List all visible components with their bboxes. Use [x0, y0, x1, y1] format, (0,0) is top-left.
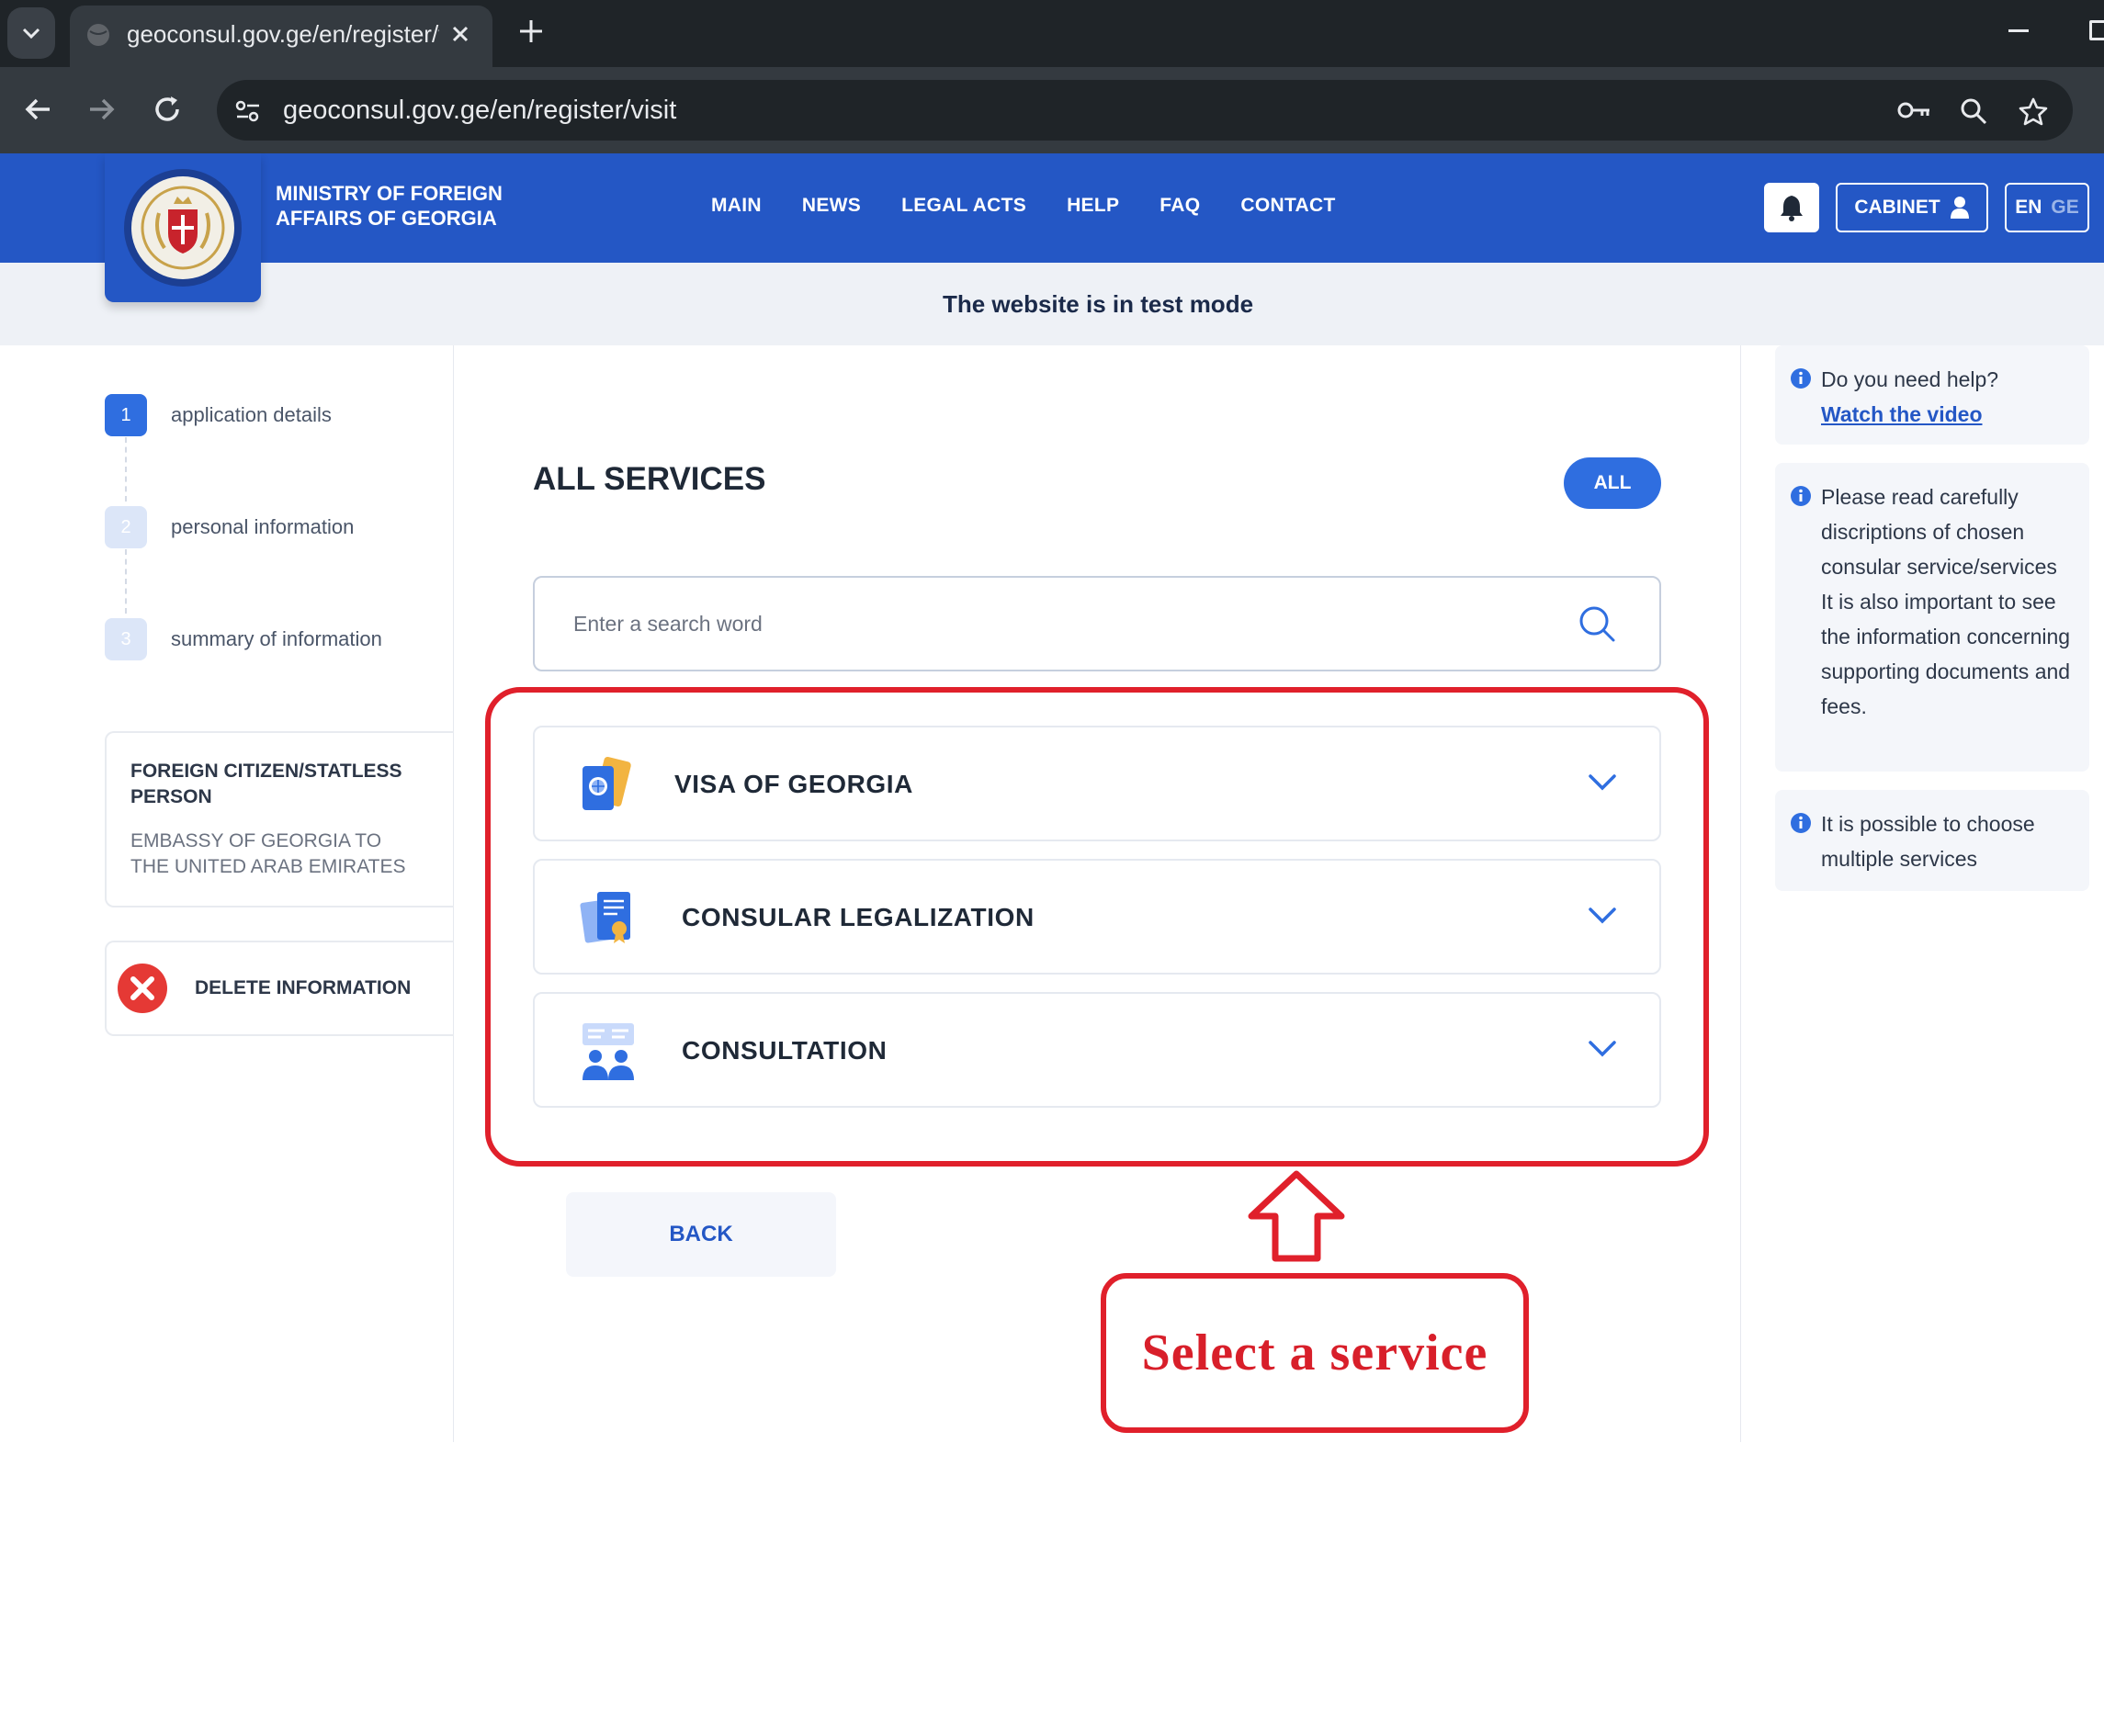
service-label: CONSULAR LEGALIZATION [682, 903, 1035, 931]
info-icon [1791, 486, 1811, 506]
info-icon [1791, 368, 1811, 389]
annotation-up-arrow-icon [1248, 1170, 1345, 1262]
test-mode-text: The website is in test mode [942, 290, 1254, 318]
lang-en[interactable]: EN [2015, 197, 2042, 219]
ministry-logo[interactable] [105, 153, 261, 302]
password-key-icon[interactable] [1896, 96, 1933, 124]
back-arrow-icon[interactable] [20, 91, 57, 128]
delete-x-circle-icon [118, 964, 167, 1013]
watch-video-link[interactable]: Watch the video [1821, 402, 1983, 426]
step-number: 3 [105, 618, 147, 660]
delete-label: DELETE INFORMATION [195, 977, 412, 998]
help-multiple-card: It is possible to choose multiple servic… [1775, 790, 2089, 891]
annotation-text: Select a service [1141, 1325, 1488, 1381]
step-number: 2 [105, 506, 147, 548]
step-number: 1 [105, 394, 147, 436]
ministry-name-line1: MINISTRY OF FOREIGN [276, 182, 503, 205]
annotation-callout: Select a service [1101, 1273, 1529, 1433]
bookmark-star-icon[interactable] [2018, 96, 2049, 126]
step-summary-of-information[interactable]: 3 summary of information [105, 618, 382, 660]
address-bar[interactable]: geoconsul.gov.ge/en/register/visit [217, 80, 2073, 141]
nav-contact[interactable]: CONTACT [1240, 195, 1335, 217]
legalization-document-icon [580, 892, 630, 943]
service-label: VISA OF GEORGIA [674, 770, 913, 798]
services-title: ALL SERVICES [533, 461, 766, 497]
browser-tab-bar: geoconsul.gov.ge/en/register/visit [0, 0, 2104, 67]
tab-title: geoconsul.gov.ge/en/register/visit [127, 20, 439, 48]
step-label: summary of information [171, 627, 382, 650]
embassy-name: EMBASSY OF GEORGIA TO THE UNITED ARAB EM… [130, 830, 406, 877]
nav-news[interactable]: NEWS [802, 195, 861, 217]
cabinet-label: CABINET [1854, 197, 1940, 218]
step-label: personal information [171, 515, 355, 538]
ministry-name-line2: AFFAIRS OF GEORGIA [276, 207, 497, 230]
help-video-card: Do you need help? Watch the video [1775, 345, 2089, 445]
service-consular-legalization[interactable]: CONSULAR LEGALIZATION [533, 859, 1661, 975]
consultation-people-icon [583, 1023, 634, 1080]
url-text: geoconsul.gov.ge/en/register/visit [283, 96, 677, 125]
step-label: application details [171, 403, 332, 426]
close-tab-icon[interactable] [448, 22, 472, 46]
main-nav: MAIN NEWS LEGAL ACTS HELP FAQ CONTACT [711, 195, 1376, 217]
chevron-down-icon[interactable] [1588, 773, 1617, 792]
right-divider [1740, 345, 1741, 1442]
coat-of-arms-icon [124, 169, 242, 287]
service-visa-of-georgia[interactable]: VISA OF GEORGIA [533, 726, 1661, 841]
globe-favicon-icon [87, 24, 109, 46]
passport-icon [583, 756, 631, 810]
nav-help[interactable]: HELP [1067, 195, 1119, 217]
lang-ge[interactable]: GE [2051, 197, 2078, 219]
service-consultation[interactable]: CONSULTATION [533, 992, 1661, 1108]
user-icon [1950, 197, 1969, 219]
nav-legal-acts[interactable]: LEGAL ACTS [901, 195, 1026, 217]
forward-arrow-icon[interactable] [83, 91, 119, 128]
maximize-window-icon[interactable] [2089, 20, 2104, 40]
all-filter-button[interactable]: ALL [1564, 457, 1661, 509]
notifications-button[interactable] [1764, 183, 1819, 232]
site-settings-icon[interactable] [233, 98, 263, 124]
back-button[interactable]: BACK [566, 1192, 836, 1277]
ministry-name[interactable]: MINISTRY OF FOREIGN AFFAIRS OF GEORGIA [276, 181, 542, 231]
nav-main[interactable]: MAIN [711, 195, 762, 217]
search-input[interactable] [571, 605, 1545, 642]
search-icon[interactable] [1577, 603, 1617, 644]
browser-tab[interactable]: geoconsul.gov.ge/en/register/visit [70, 6, 492, 67]
new-tab-icon[interactable] [515, 15, 548, 48]
step-personal-information[interactable]: 2 personal information [105, 506, 354, 548]
service-search [533, 576, 1661, 671]
delete-information-button[interactable]: DELETE INFORMATION [105, 941, 454, 1036]
bell-icon [1781, 196, 1803, 221]
help-question: Do you need help? [1821, 367, 1999, 391]
cabinet-button[interactable]: CABINET [1836, 183, 1988, 232]
help-note-card: Please read carefully discriptions of ch… [1775, 463, 2089, 772]
browser-toolbar: geoconsul.gov.ge/en/register/visit [0, 67, 2104, 153]
tab-list-button[interactable] [7, 7, 55, 59]
help-multiple-text: It is possible to choose multiple servic… [1821, 812, 2035, 871]
language-switcher[interactable]: EN GE [2005, 183, 2089, 232]
service-label: CONSULTATION [682, 1036, 888, 1065]
step-connector [125, 549, 127, 614]
reload-icon[interactable] [149, 91, 186, 128]
info-icon [1791, 813, 1811, 833]
chevron-down-icon[interactable] [1588, 1040, 1617, 1058]
step-application-details[interactable]: 1 application details [105, 394, 332, 436]
test-mode-banner: The website is in test mode [0, 263, 2104, 345]
chevron-down-icon [22, 28, 40, 39]
help-note-text: Please read carefully discriptions of ch… [1821, 485, 2071, 718]
step-connector [125, 437, 127, 502]
minimize-window-icon[interactable] [2008, 29, 2029, 32]
applicant-type: FOREIGN CITIZEN/STATLESS PERSON [130, 761, 402, 807]
nav-faq[interactable]: FAQ [1159, 195, 1200, 217]
zoom-icon[interactable] [1959, 96, 1988, 126]
applicant-info-card: FOREIGN CITIZEN/STATLESS PERSON EMBASSY … [105, 731, 454, 907]
chevron-down-icon[interactable] [1588, 907, 1617, 925]
